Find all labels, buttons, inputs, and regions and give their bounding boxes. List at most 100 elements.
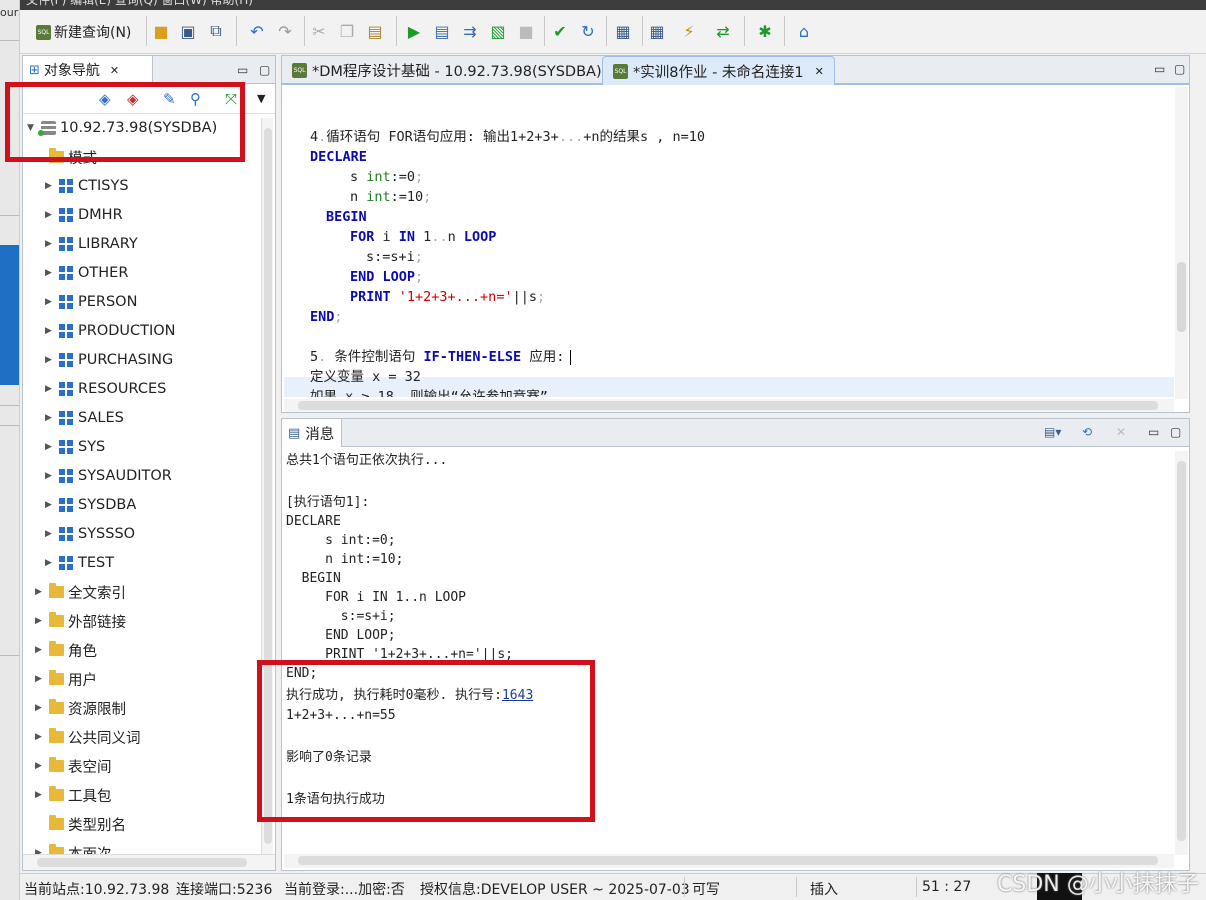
messages-vertical-scrollbar[interactable] [1175,451,1188,855]
tree-item-folder[interactable]: ▶ 资源限制 [35,696,126,720]
tree-item-server[interactable]: ▼ 10.92.73.98(SYSDBA) [27,116,217,140]
tree-item-folder[interactable]: ▶本面次 [35,841,112,854]
undo-icon[interactable]: ↶ [246,20,268,42]
chevron-right-icon[interactable]: ▶ [45,210,59,220]
minimize-icon[interactable]: ▭ [1148,425,1159,439]
tree-item-schema[interactable]: ▶ SYSAUDITOR [45,464,172,488]
explain-icon[interactable]: ⇉ [459,20,481,42]
maximize-icon[interactable]: ▢ [1174,62,1185,76]
save-icon[interactable]: ▣ [177,20,199,42]
tree-item-schema[interactable]: ▶ LIBRARY [45,232,138,256]
stop-icon[interactable]: ■ [515,20,537,42]
editor-horizontal-scrollbar[interactable] [284,399,1174,412]
expand-all-icon[interactable]: ⤧ [225,90,237,108]
chevron-right-icon[interactable]: ▶ [45,500,59,510]
tree-item-schema[interactable]: ▶ SALES [45,406,124,430]
chevron-right-icon[interactable]: ▶ [45,181,59,191]
maximize-icon[interactable]: ▢ [259,63,270,77]
chevron-right-icon[interactable]: ▶ [45,326,59,336]
chevron-right-icon[interactable]: ▶ [35,790,49,800]
tree-item-folder[interactable]: ▶ 工具包 [35,783,112,807]
tree-item-schema[interactable]: ▶ DMHR [45,203,123,227]
chevron-right-icon[interactable]: ▶ [35,732,49,742]
menu-fragment[interactable]: 文件(F) 编辑(E) 查询(Q) 窗口(W) 帮助(H) [26,0,253,8]
home-icon[interactable]: ⌂ [793,20,815,42]
chevron-right-icon[interactable]: ▶ [45,384,59,394]
chevron-right-icon[interactable]: ▶ [45,239,59,249]
save-all-icon[interactable]: ⧉ [205,20,227,42]
chevron-right-icon[interactable]: ▶ [45,442,59,452]
tree-item-schema[interactable]: ▶ SYS [45,435,105,459]
chevron-right-icon[interactable]: ▶ [35,674,49,684]
close-icon[interactable]: ✕ [110,64,119,77]
tab-training-8[interactable]: SQL *实训8作业 - 未命名连接1 ✕ [602,56,835,85]
tree-item-schema[interactable]: ▶ SYSDBA [45,493,136,517]
run-script-icon[interactable]: ▤ [431,20,453,42]
code-area[interactable]: 4.循环语句 FOR语句应用: 输出1+2+3+...+n的结果s , n=10… [284,87,1174,397]
connect-icon[interactable]: ◈ [99,90,111,108]
chevron-right-icon[interactable]: ▶ [35,587,49,597]
run-icon[interactable]: ▶ [403,20,425,42]
close-icon[interactable]: ✕ [815,65,824,78]
commit-icon[interactable]: ✔ [549,20,571,42]
open-folder-icon[interactable]: ■ [150,20,172,42]
compare-icon[interactable]: ⇄ [712,20,734,42]
tree-item-folder[interactable]: ▶ 外部链接 [35,609,126,633]
schedule-icon[interactable]: ▦ [612,20,634,42]
exec-number-link[interactable]: 1643 [502,688,533,703]
tree-item-folder[interactable]: ▶ 角色 [35,638,97,662]
chevron-right-icon[interactable]: ▶ [45,529,59,539]
tree-item-folder[interactable]: ▶ 用户 [35,667,97,691]
cut-icon[interactable]: ✂ [308,20,330,42]
calendar-icon[interactable]: ▦ [646,20,668,42]
redo-icon[interactable]: ↷ [274,20,296,42]
paste-icon[interactable]: ▤ [364,20,386,42]
tree-item-folder[interactable]: ▶ 公共同义词 [35,725,141,749]
chevron-right-icon[interactable]: ▶ [45,471,59,481]
search-icon[interactable]: ⚲ [190,90,201,108]
chevron-right-icon[interactable]: ▶ [45,297,59,307]
chevron-right-icon[interactable]: ▶ [45,413,59,423]
chevron-down-icon[interactable]: ▼ [257,92,265,105]
minimize-icon[interactable]: ▭ [1154,62,1165,76]
navigator-vertical-scrollbar[interactable] [261,118,273,854]
tree-item-folder[interactable]: 类型别名 [35,812,126,836]
tree-item-schema[interactable]: ▶ PRODUCTION [45,319,176,343]
tree-item-schema[interactable]: ▶ CTISYS [45,174,129,198]
run-file-icon[interactable]: ▧ [487,20,509,42]
tab-messages[interactable]: ▤ 消息 [282,419,342,447]
chevron-right-icon[interactable]: ▶ [45,268,59,278]
chevron-right-icon[interactable]: ▶ [35,703,49,713]
chevron-right-icon[interactable]: ▶ [45,558,59,568]
tree-item-schema[interactable]: ▶ TEST [45,551,114,575]
copy-icon[interactable]: ❐ [336,20,358,42]
tree-item-schema[interactable]: ▶ RESOURCES [45,377,166,401]
tree-item-schema[interactable]: ▶ SYSSSO [45,522,135,546]
chevron-right-icon[interactable]: ▶ [45,355,59,365]
remove-icon[interactable]: ✕ [1116,425,1126,439]
editor-vertical-scrollbar[interactable] [1175,87,1188,399]
tab-object-navigator[interactable]: ⊞ 对象导航 ✕ [23,56,153,84]
minimize-icon[interactable]: ▭ [237,63,248,77]
chevron-right-icon[interactable]: ▶ [35,616,49,626]
maximize-icon[interactable]: ▢ [1170,425,1181,439]
tab-dm-basics[interactable]: SQL *DM程序设计基础 - 10.92.73.98(SYSDBA) [282,56,612,85]
disconnect-icon[interactable]: ◈ [127,90,139,108]
chevron-right-icon[interactable]: ▶ [35,761,49,771]
debug-icon[interactable]: ✱ [754,20,776,42]
tree-item-schema[interactable]: ▶ PERSON [45,290,137,314]
tree-item-schema[interactable]: ▶ OTHER [45,261,128,285]
chevron-right-icon[interactable]: ▶ [35,645,49,655]
tree-item-schema[interactable]: ▶ PURCHASING [45,348,173,372]
view-menu-icon[interactable]: ▤▾ [1044,425,1061,439]
tree-item-folder[interactable]: ▶ 全文索引 [35,580,126,604]
menu-bar[interactable]: 文件(F) 编辑(E) 查询(Q) 窗口(W) 帮助(H) [20,0,1206,10]
rollback-icon[interactable]: ↻ [577,20,599,42]
tree-item-schema-folder[interactable]: 模式 [49,145,97,169]
navigator-horizontal-scrollbar[interactable] [23,854,275,870]
tree-item-folder[interactable]: ▶ 表空间 [35,754,112,778]
search-lightning-icon[interactable]: ⚡ [678,20,700,42]
clear-messages-icon[interactable]: ⟲ [1082,425,1092,439]
new-query-button[interactable]: SQL 新建查询(N) [36,19,131,45]
edit-icon[interactable]: ✎ [163,90,176,108]
